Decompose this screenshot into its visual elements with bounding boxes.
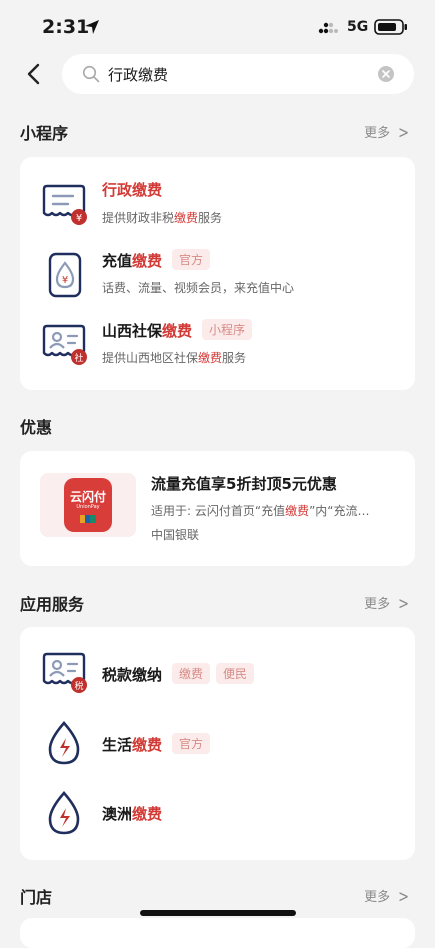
mini-program-title: 充值缴费 官方 (102, 249, 211, 271)
mini-program-desc: 话费、流量、视频会员，来充值中心 (102, 279, 294, 296)
svg-text:社: 社 (74, 352, 83, 364)
more-label: 更多 (364, 890, 391, 905)
service-tag-fee: 缴费 (172, 663, 211, 684)
more-link-mini-programs[interactable]: 更多 > (364, 122, 409, 144)
title-text: 澳洲 (102, 805, 133, 823)
mini-program-item-3[interactable]: 社 山西社保缴费 小程序 提供山西地区社保缴费服务 (20, 313, 415, 377)
title-text: 山西社保 (102, 322, 163, 340)
offer-logo-tile: 云闪付 UnionPay (40, 473, 136, 537)
clear-icon[interactable] (378, 66, 394, 82)
section-title-stores: 门店 (20, 888, 53, 907)
logo-subtext: UnionPay (76, 504, 100, 510)
id-card-social-icon: 社 (42, 324, 87, 365)
back-chevron-icon[interactable] (22, 62, 46, 86)
more-link-stores[interactable]: 更多 > (364, 886, 409, 908)
offer-desc-text: 适用于: 云闪付首页“充值 (151, 504, 286, 518)
mini-program-card: ¥ 行政缴费 提供财政非税缴费服务 ¥ 充值缴费 官方 话费、流量、视频会员，来充… (20, 157, 415, 390)
mini-program-item-1[interactable]: ¥ 行政缴费 提供财政非税缴费服务 (20, 173, 415, 237)
network-type: 5G (347, 19, 369, 35)
signal-icon (318, 22, 338, 34)
offer-title: 流量充值享5折封顶5元优惠 (151, 475, 337, 493)
title-highlight: 行政缴费 (102, 181, 163, 199)
title-text: 税款缴纳 (102, 666, 163, 684)
services-card: 税 税款缴纳 缴费 便民 生活缴费 官方 澳洲缴费 (20, 627, 415, 860)
svg-text:税: 税 (74, 680, 83, 692)
mini-program-desc: 提供山西地区社保缴费服务 (102, 349, 246, 366)
title-highlight: 缴费 (132, 252, 163, 270)
official-tag: 官方 (172, 733, 211, 754)
mini-program-item-2[interactable]: ¥ 充值缴费 官方 话费、流量、视频会员，来充值中心 (20, 243, 415, 307)
status-time: 2:31 (42, 16, 90, 38)
phone-recharge-icon: ¥ (48, 252, 82, 298)
utility-drop-icon (48, 721, 80, 765)
title-highlight: 缴费 (162, 322, 193, 340)
desc-text: 提供财政非税 (102, 211, 175, 225)
search-input[interactable]: 行政缴费 (62, 54, 414, 94)
offer-issuer: 中国银联 (151, 528, 200, 542)
more-link-services[interactable]: 更多 > (364, 593, 409, 615)
section-title-services: 应用服务 (20, 595, 85, 614)
title-highlight: 缴费 (132, 736, 163, 754)
mini-program-title: 山西社保缴费 小程序 (102, 319, 253, 341)
stores-card (20, 918, 415, 948)
home-indicator[interactable] (140, 910, 296, 916)
desc-highlight: 缴费 (174, 211, 199, 225)
section-title-offers: 优惠 (20, 418, 53, 437)
service-item-3[interactable]: 澳洲缴费 (20, 781, 415, 845)
search-icon (82, 65, 100, 83)
mini-program-desc: 提供财政非税缴费服务 (102, 209, 222, 226)
chevron-right-icon: > (398, 123, 409, 144)
offer-desc: 适用于: 云闪付首页“充值缴费”内“充流… (151, 502, 370, 519)
service-title: 税款缴纳 缴费 便民 (102, 663, 255, 685)
search-bar: 行政缴费 (0, 54, 435, 94)
section-title-mini-programs: 小程序 (20, 124, 69, 143)
location-arrow-icon (85, 20, 99, 34)
tax-id-card-icon: 税 (42, 652, 87, 693)
battery-icon (374, 19, 407, 35)
chevron-right-icon: > (398, 594, 409, 615)
receipt-yuan-icon: ¥ (42, 184, 87, 225)
more-label: 更多 (364, 126, 391, 141)
desc-text-end: 服务 (198, 211, 223, 225)
unionpay-stripes-icon (80, 515, 96, 523)
title-text: 生活 (102, 736, 133, 754)
desc-highlight: 缴费 (198, 351, 223, 365)
search-query: 行政缴费 (108, 66, 169, 84)
desc-text: 提供山西地区社保 (102, 351, 199, 365)
service-tag-convenience: 便民 (216, 663, 255, 684)
desc-text-end: 服务 (222, 351, 247, 365)
desc-text: 话费、流量、视频会员，来充值中心 (102, 281, 295, 295)
title-text: 充值 (102, 252, 133, 270)
official-tag: 官方 (172, 249, 211, 270)
service-title: 澳洲缴费 (102, 803, 162, 824)
svg-text:¥: ¥ (62, 275, 68, 286)
logo-text: 云闪付 (69, 490, 106, 504)
mini-program-title: 行政缴费 (102, 179, 162, 200)
offer-card[interactable]: 云闪付 UnionPay 流量充值享5折封顶5元优惠 适用于: 云闪付首页“充值… (20, 451, 415, 566)
service-title: 生活缴费 官方 (102, 733, 211, 755)
title-highlight: 缴费 (132, 805, 163, 823)
mini-program-tag: 小程序 (202, 319, 253, 340)
service-item-2[interactable]: 生活缴费 官方 (20, 711, 415, 775)
more-label: 更多 (364, 597, 391, 612)
offer-desc-highlight: 缴费 (285, 504, 310, 518)
unionpay-logo: 云闪付 UnionPay (64, 478, 112, 532)
svg-text:¥: ¥ (76, 213, 82, 224)
status-bar: 2:31 5G (0, 0, 435, 52)
offer-desc-end: ”内“充流… (309, 504, 370, 518)
service-item-1[interactable]: 税 税款缴纳 缴费 便民 (20, 641, 415, 705)
chevron-right-icon: > (398, 887, 409, 908)
utility-drop-icon (48, 791, 80, 835)
